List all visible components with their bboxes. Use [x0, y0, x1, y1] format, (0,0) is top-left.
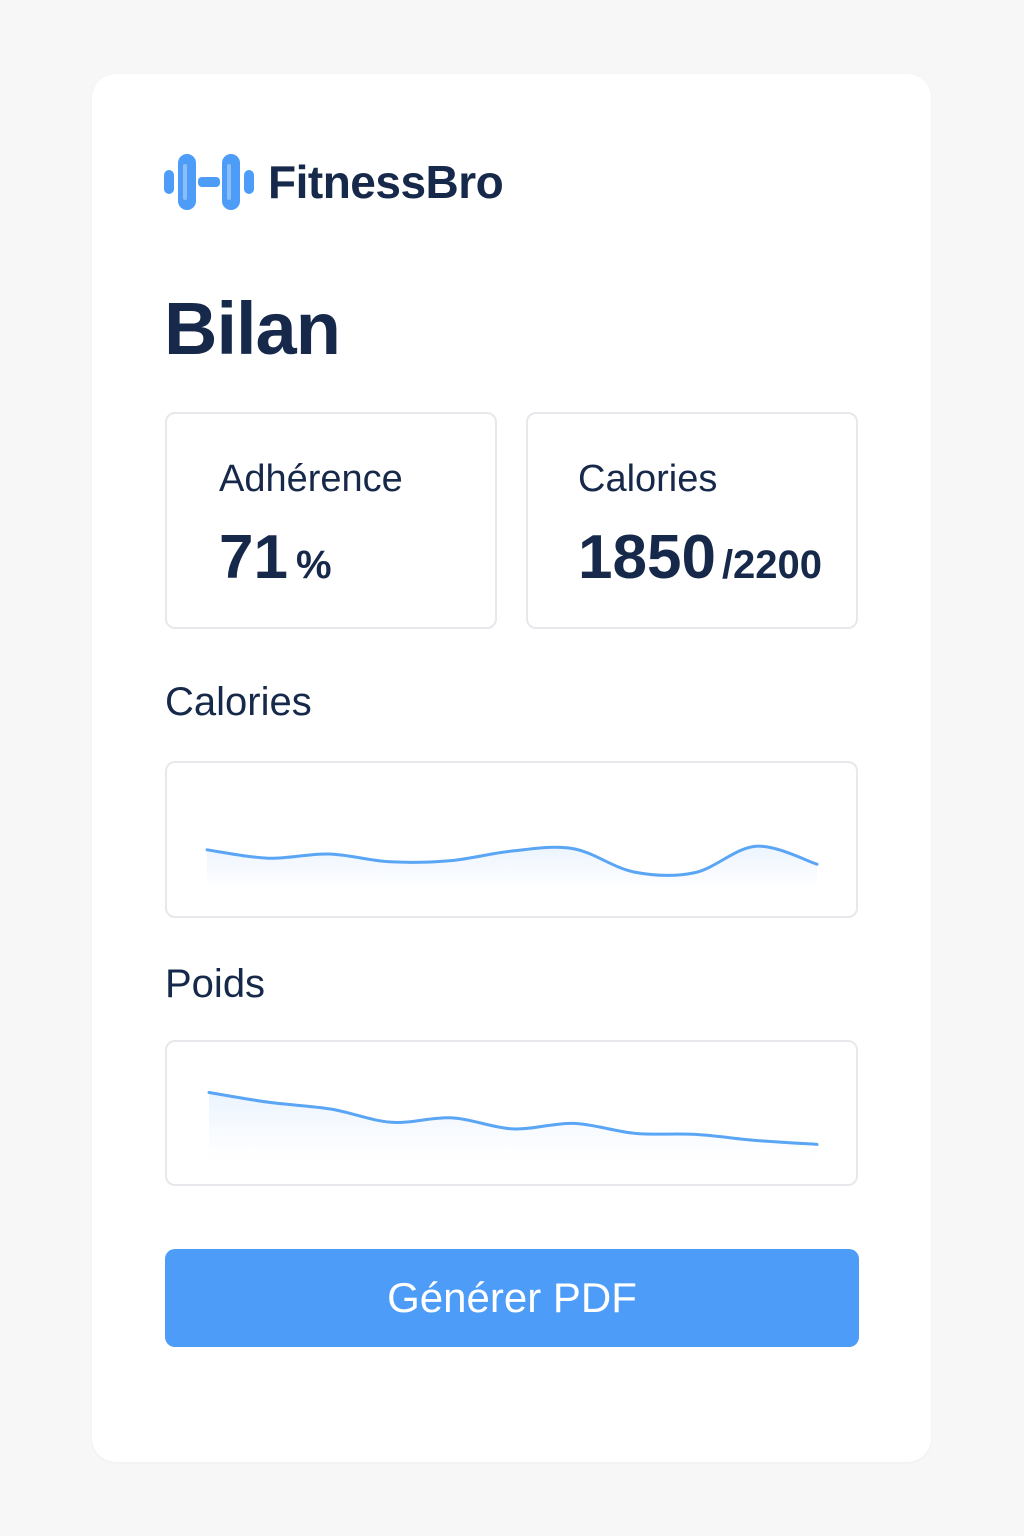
weight-section-title: Poids [165, 962, 266, 1006]
generate-pdf-button[interactable]: Générer PDF [165, 1249, 859, 1347]
adherence-label: Adhérence [219, 458, 403, 500]
adherence-card: Adhérence 71 % [165, 412, 497, 629]
adherence-unit: % [295, 543, 332, 587]
calories-chart [165, 761, 858, 918]
calories-label: Calories [578, 458, 718, 500]
calories-section-title: Calories [165, 680, 312, 724]
brand: FitnessBro [164, 150, 504, 214]
calories-card: Calories 1850 /2200 [526, 412, 858, 629]
page-title: Bilan [164, 287, 341, 370]
dumbbell-icon [164, 154, 254, 210]
adherence-number: 71 [219, 523, 288, 592]
calories-target: /2200 [721, 543, 823, 587]
brand-name: FitnessBro [268, 156, 504, 208]
weight-area [209, 1092, 817, 1162]
weight-chart-svg [207, 1090, 819, 1162]
calories-number: 1850 [578, 523, 716, 592]
adherence-value: 71 % [219, 522, 332, 593]
calories-chart-svg [205, 844, 819, 893]
weight-chart [165, 1040, 858, 1186]
calories-area [207, 846, 817, 893]
calories-value: 1850 /2200 [578, 522, 822, 593]
